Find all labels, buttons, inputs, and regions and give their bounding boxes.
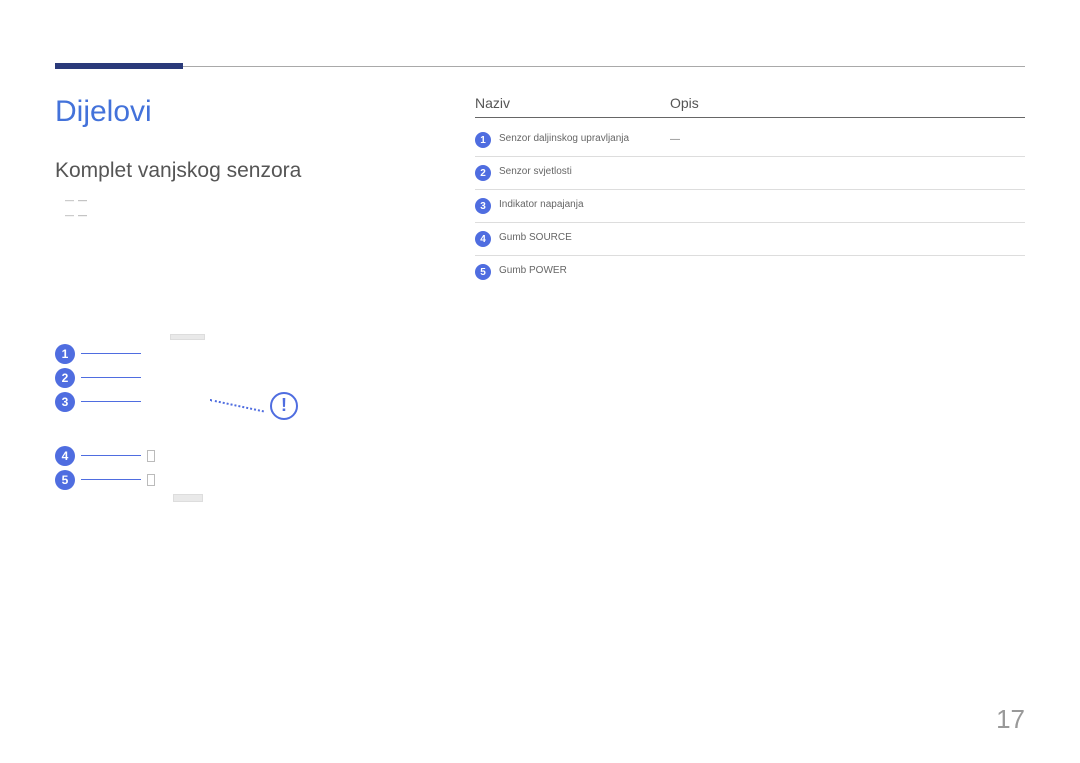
diagram-shape [173, 494, 203, 502]
side-notes: ―― ―― [55, 193, 435, 224]
header-desc: Opis [670, 95, 1025, 111]
header-accent-bar [55, 63, 183, 69]
row-desc: ― [670, 132, 1025, 148]
row-badge: 3 [475, 198, 491, 214]
callout-5: 5 [55, 470, 75, 490]
row-name: Senzor svjetlosti [499, 165, 572, 179]
row-badge: 2 [475, 165, 491, 181]
row-name: Gumb POWER [499, 264, 567, 278]
sensor-diagram: 1 2 3 ! 4 5 [55, 344, 435, 524]
row-badge: 1 [475, 132, 491, 148]
leader-line [81, 353, 141, 354]
table-header: Naziv Opis [475, 95, 1025, 118]
header-name: Naziv [475, 95, 670, 111]
table-row: 5 Gumb POWER [475, 256, 1025, 288]
header-rule [55, 66, 1025, 67]
callout-3: 3 [55, 392, 75, 412]
section-title: Dijelovi [55, 95, 435, 129]
row-name: Gumb SOURCE [499, 231, 572, 245]
leader-line [81, 401, 141, 402]
row-badge: 4 [475, 231, 491, 247]
right-column: Naziv Opis 1 Senzor daljinskog upravljanj… [475, 95, 1025, 524]
left-column: Dijelovi Komplet vanjskog senzora ―― ―― … [55, 95, 435, 524]
leader-line [81, 479, 141, 480]
table-row: 1 Senzor daljinskog upravljanja ― [475, 124, 1025, 157]
row-name: Senzor daljinskog upravljanja [499, 132, 629, 146]
page-number: 17 [996, 704, 1025, 735]
note-text: ― [78, 208, 87, 223]
page-content: Dijelovi Komplet vanjskog senzora ―― ―― … [55, 95, 1025, 524]
diagram-shape [170, 334, 205, 340]
callout-2: 2 [55, 368, 75, 388]
parts-table: Naziv Opis 1 Senzor daljinskog upravljanj… [475, 95, 1025, 288]
leader-line [81, 377, 141, 378]
note-text: ― [78, 193, 87, 208]
table-row: 3 Indikator napajanja [475, 190, 1025, 223]
diagram-shape [147, 474, 155, 486]
subsection-title: Komplet vanjskog senzora [55, 159, 435, 183]
row-badge: 5 [475, 264, 491, 280]
diagram-shape [147, 450, 155, 462]
row-name: Indikator napajanja [499, 198, 584, 212]
table-row: 4 Gumb SOURCE [475, 223, 1025, 256]
warning-icon: ! [270, 392, 298, 420]
table-row: 2 Senzor svjetlosti [475, 157, 1025, 190]
callout-1: 1 [55, 344, 75, 364]
leader-line [81, 455, 141, 456]
callout-4: 4 [55, 446, 75, 466]
